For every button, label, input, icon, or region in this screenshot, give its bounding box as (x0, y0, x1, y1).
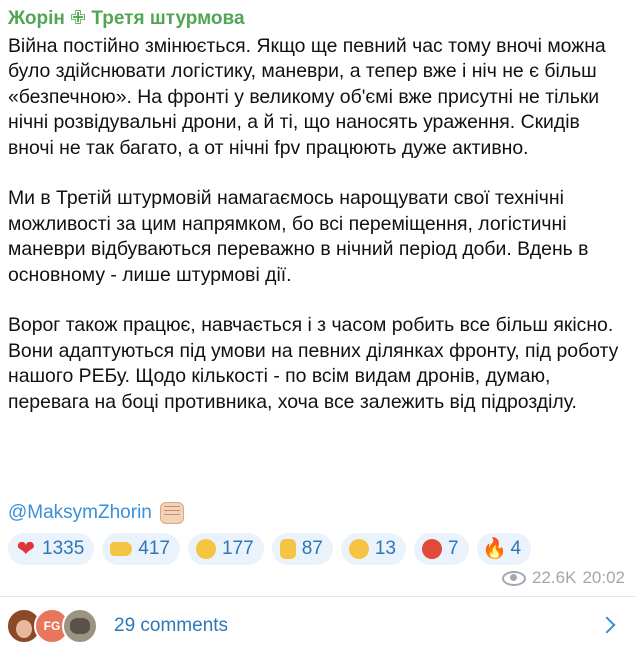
reaction-pointing-hand[interactable]: 417 (102, 533, 180, 565)
message-bubble: Жорін ✙ Третя штурмова Війна постійно зм… (0, 0, 635, 650)
divider (0, 596, 635, 597)
reaction-fire[interactable]: 🔥 4 (476, 533, 532, 565)
reaction-count: 4 (510, 538, 522, 559)
angry-face-emoji-icon (421, 539, 442, 559)
crying-face-emoji-icon (195, 539, 216, 559)
post-paragraph: Війна постійно змінюється. Якщо ще певни… (8, 35, 606, 159)
reaction-count: 177 (221, 538, 254, 559)
signature: @MaksymZhorin (8, 500, 184, 526)
message-time: 20:02 (582, 568, 625, 587)
post-text: Війна постійно змінюється. Якщо ще певни… (8, 34, 630, 415)
avatar (62, 608, 98, 644)
comments-label: 29 comments (114, 615, 229, 636)
post-paragraph: Ми в Третій штурмовій намагаємось нарощу… (8, 187, 589, 286)
eye-icon (502, 570, 527, 586)
heart-emoji-icon: ❤ (16, 536, 36, 561)
fire-emoji-icon: 🔥 (482, 538, 507, 560)
reaction-count: 1335 (42, 538, 85, 559)
grinning-face-emoji-icon (348, 539, 369, 559)
reaction-count: 417 (138, 538, 170, 559)
chevron-right-icon (598, 616, 616, 634)
reaction-thumbs-up[interactable]: 87 (271, 533, 333, 565)
reaction-grinning-face[interactable]: 13 (340, 533, 406, 565)
signature-link[interactable]: @MaksymZhorin (8, 500, 152, 526)
thumbs-up-emoji-icon (279, 539, 296, 559)
message-meta: 22.6K 20:02 (502, 568, 625, 588)
reaction-crying-face[interactable]: 177 (187, 533, 264, 565)
channel-name[interactable]: Жорін ✙ Третя штурмова (8, 6, 245, 32)
reaction-count: 13 (374, 538, 396, 559)
reaction-angry-face[interactable]: 7 (413, 533, 469, 565)
reaction-heart[interactable]: ❤ 1335 (8, 533, 95, 565)
commenter-avatars: FG (6, 608, 102, 644)
comments-button[interactable]: FG 29 comments (0, 600, 635, 650)
views-count: 22.6K (532, 568, 577, 587)
reactions-bar: ❤ 1335 417 177 87 13 7 🔥 4 (8, 533, 532, 565)
reaction-count: 7 (447, 538, 459, 559)
post-paragraph: Ворог також працює, навчається і з часом… (8, 314, 619, 413)
pointing-hand-emoji-icon (110, 542, 133, 556)
fist-emoji-icon (159, 502, 184, 524)
reaction-count: 87 (301, 538, 323, 559)
